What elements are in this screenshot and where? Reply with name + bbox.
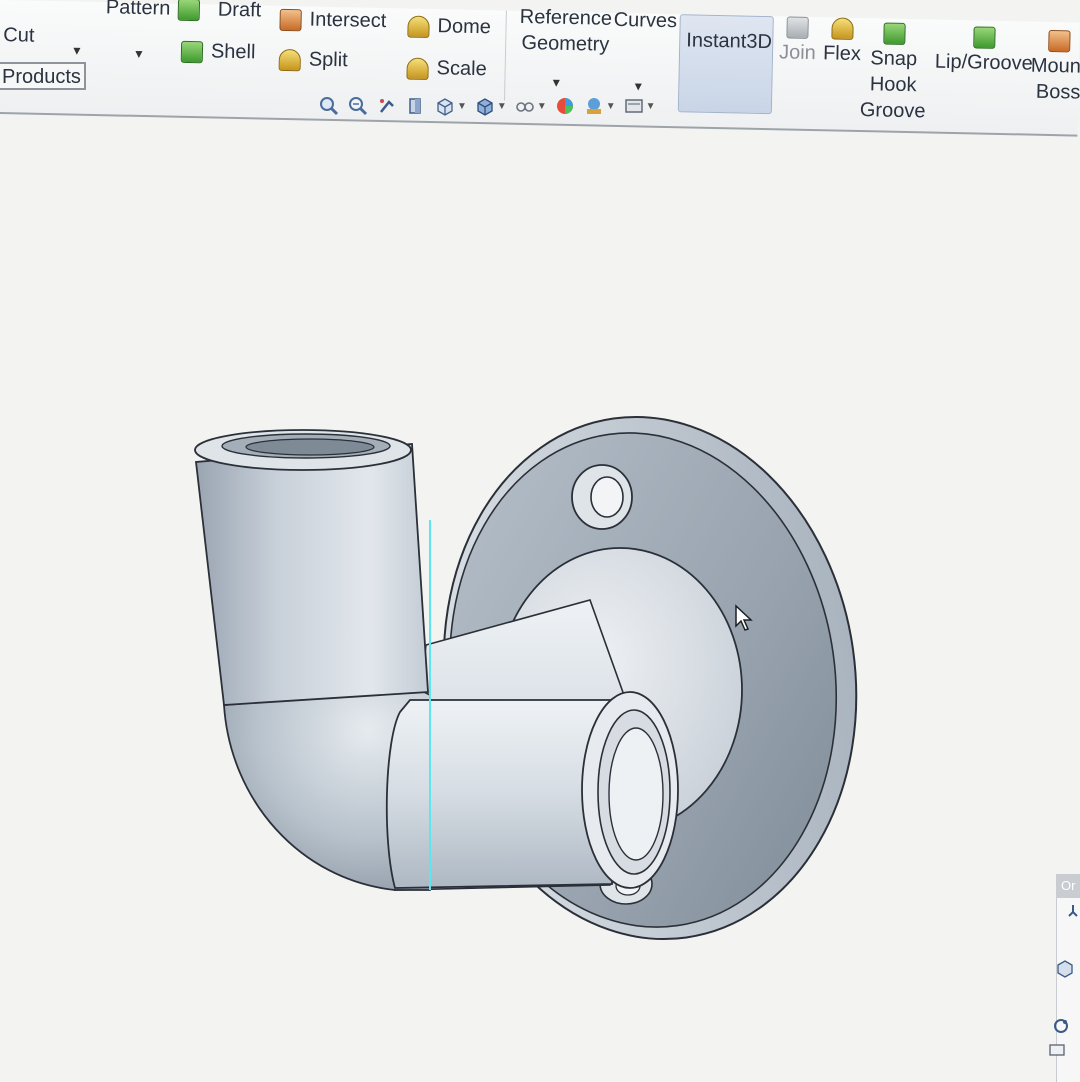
- dome-label: Dome: [437, 15, 492, 39]
- snap-hook-groove-button[interactable]: Snap Hook Groove: [860, 22, 928, 123]
- split-label: Split: [308, 48, 348, 72]
- display-style-icon[interactable]: [474, 95, 496, 117]
- shell-button[interactable]: Shell: [180, 40, 256, 65]
- isometric-view-icon[interactable]: [1055, 958, 1075, 978]
- join-label: Join: [778, 41, 817, 65]
- draft-label: Draft: [217, 0, 262, 22]
- cut-button[interactable]: Cut: [3, 24, 35, 48]
- pattern-dropdown-caret[interactable]: ▼: [133, 47, 145, 61]
- display-style-dropdown[interactable]: ▼: [497, 101, 507, 112]
- zoom-to-fit-icon[interactable]: [318, 95, 340, 117]
- apply-scene-dropdown[interactable]: ▼: [606, 101, 616, 112]
- dome-button[interactable]: Dome: [407, 15, 491, 40]
- lip-groove-button[interactable]: Lip/Groove: [935, 26, 1034, 76]
- mount-boss-label-2: Boss: [1035, 80, 1080, 104]
- apply-scene-icon[interactable]: [583, 95, 605, 117]
- view-settings-icon[interactable]: [623, 95, 645, 117]
- scale-button[interactable]: Scale: [406, 57, 487, 82]
- cut-label: Cut: [3, 24, 35, 47]
- instant3d-button[interactable]: Instant3D: [677, 14, 774, 115]
- intersect-icon: [279, 8, 302, 31]
- snap-hook-groove-label-2: Hook: [869, 73, 917, 97]
- intersect-label: Intersect: [309, 8, 387, 33]
- view-orientation-icon[interactable]: [434, 95, 456, 117]
- panel-title: Or: [1057, 874, 1080, 898]
- mounting-hole-top[interactable]: [571, 464, 633, 530]
- panel-title-text: Or: [1061, 878, 1076, 893]
- curves-button[interactable]: Curves: [613, 9, 677, 33]
- mount-boss-label-1: Mount: [1030, 54, 1080, 78]
- cut-dropdown-caret[interactable]: ▼: [71, 43, 83, 57]
- tab-products-label: Products: [2, 66, 81, 88]
- mount-boss-button[interactable]: Mount Boss: [1030, 29, 1080, 105]
- hide-show-items-icon[interactable]: [514, 95, 536, 117]
- previous-view-icon[interactable]: [376, 95, 398, 117]
- reference-geometry-label-2: Geometry: [521, 31, 610, 56]
- split-button[interactable]: Split: [278, 48, 348, 72]
- view-orientation-dropdown[interactable]: ▼: [457, 101, 467, 112]
- view-settings-dropdown[interactable]: ▼: [646, 101, 656, 112]
- pattern-label: Pattern: [105, 0, 171, 20]
- join-button[interactable]: Join: [779, 16, 817, 65]
- instant3d-label-wrap: Instant3D: [686, 29, 772, 54]
- flex-label: Flex: [822, 42, 862, 66]
- draft-button[interactable]: Draft: [218, 0, 262, 22]
- intersect-button[interactable]: Intersect: [279, 8, 387, 33]
- pin-icon[interactable]: [1063, 902, 1080, 922]
- hide-show-items-dropdown[interactable]: ▼: [537, 101, 547, 112]
- graphics-viewport[interactable]: [0, 120, 1080, 1082]
- lip-groove-icon: [973, 26, 996, 49]
- instant3d-label: Instant3D: [686, 29, 773, 54]
- scale-label: Scale: [436, 57, 487, 81]
- edit-appearance-icon[interactable]: [554, 95, 576, 117]
- section-view-icon[interactable]: [405, 95, 427, 117]
- snap-hook-icon: [883, 22, 906, 45]
- flex-button[interactable]: Flex: [823, 17, 862, 66]
- curves-label: Curves: [613, 8, 678, 33]
- view-orientation-panel: Or: [1049, 874, 1080, 1082]
- dome-icon: [407, 15, 430, 38]
- zoom-to-area-icon[interactable]: [347, 95, 369, 117]
- tab-products[interactable]: Products: [0, 62, 86, 90]
- pattern-button[interactable]: Pattern: [106, 0, 201, 21]
- rotate-view-icon[interactable]: [1051, 1016, 1071, 1036]
- mount-boss-icon: [1047, 29, 1071, 53]
- join-icon: [786, 16, 810, 39]
- scale-icon: [406, 57, 429, 80]
- pattern-icon: [178, 0, 201, 21]
- reference-geometry-label-1: Reference: [519, 5, 613, 30]
- snap-hook-groove-label-1: Snap: [870, 47, 918, 71]
- normal-to-icon[interactable]: [1047, 1040, 1067, 1060]
- lip-groove-label: Lip/Groove: [934, 50, 1033, 75]
- reference-geometry-button[interactable]: Reference Geometry: [519, 5, 613, 57]
- flex-icon: [831, 17, 854, 40]
- split-icon: [278, 48, 302, 71]
- shell-label: Shell: [210, 40, 256, 64]
- vertical-pipe[interactable]: [194, 429, 429, 706]
- shell-icon: [180, 40, 204, 63]
- heads-up-view-toolbar: ▼ ▼ ▼ ▼ ▼: [318, 88, 656, 124]
- mouse-pointer-icon: [735, 604, 753, 631]
